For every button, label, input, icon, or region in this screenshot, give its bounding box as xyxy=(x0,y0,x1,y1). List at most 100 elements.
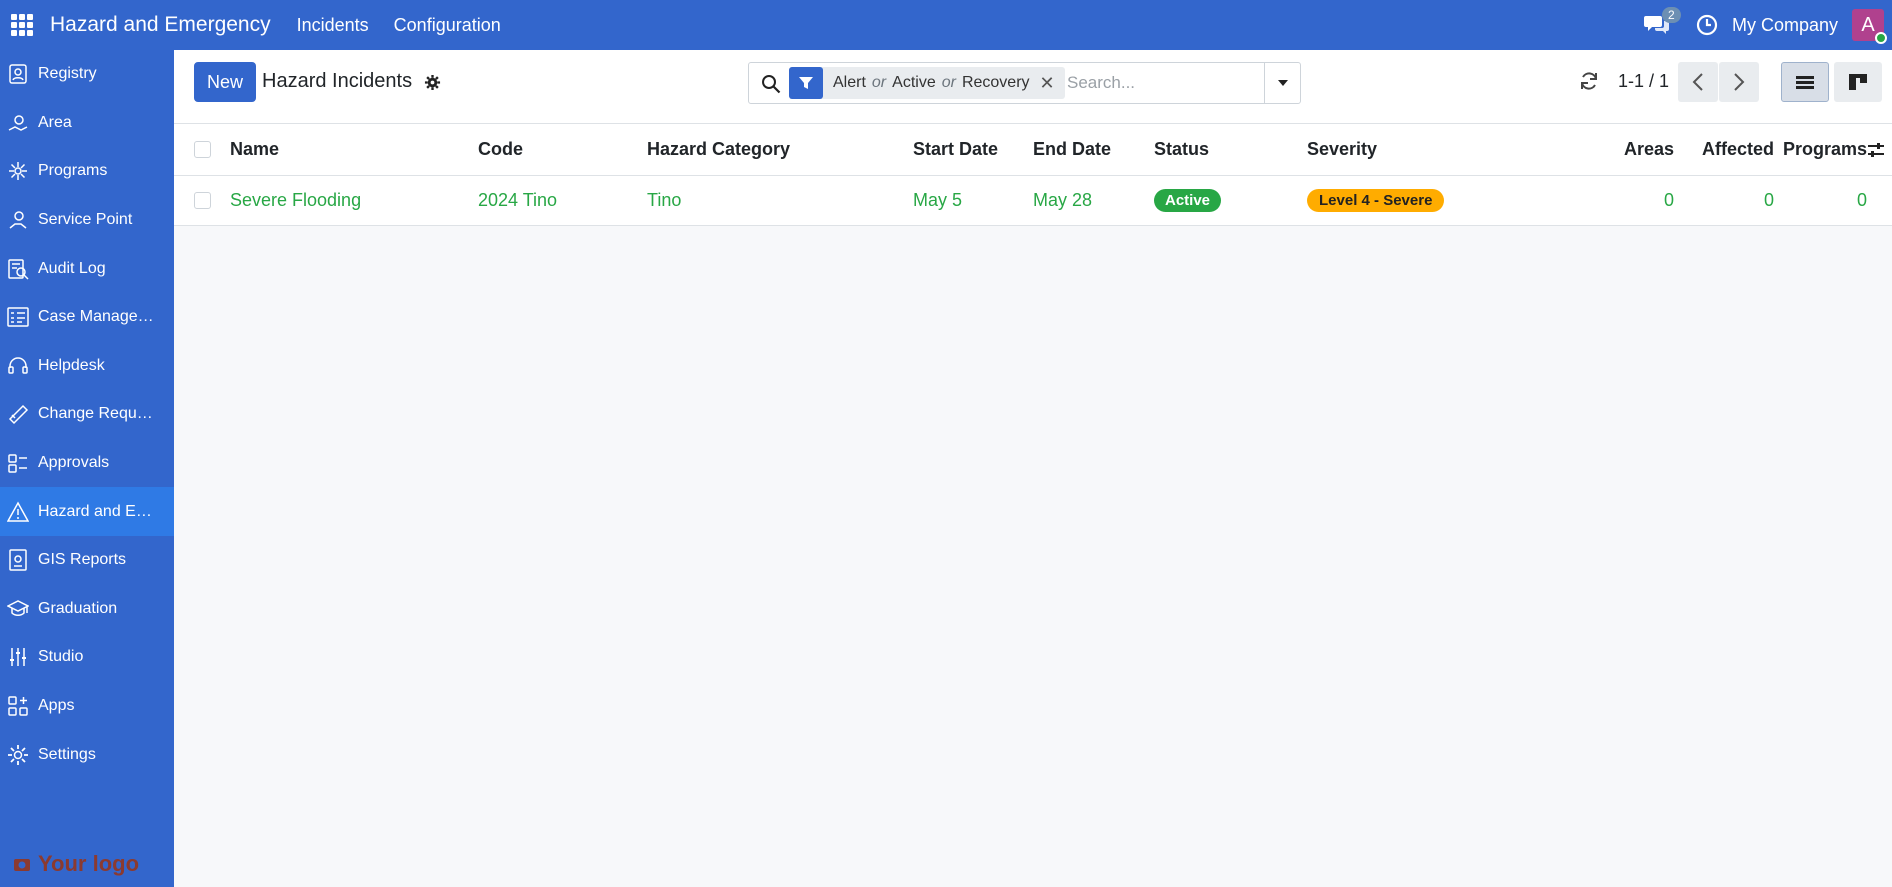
user-avatar[interactable]: A xyxy=(1852,9,1887,44)
row-select-cell xyxy=(194,176,211,225)
sidebar-item-case-management[interactable]: Case Managem... xyxy=(0,293,174,342)
logo-text: Your logo xyxy=(38,851,140,876)
list-view-icon xyxy=(1796,76,1814,89)
search-input[interactable] xyxy=(1067,69,1277,97)
filter-values: Alert or Active or Recovery xyxy=(823,74,1040,92)
kanban-view-button[interactable] xyxy=(1834,62,1882,102)
registry-icon xyxy=(9,64,27,85)
caret-down-icon xyxy=(1277,80,1288,86)
chevron-right-icon xyxy=(1734,73,1745,91)
settings-gear-icon xyxy=(8,744,28,765)
service-point-icon xyxy=(9,211,27,229)
row-checkbox[interactable] xyxy=(194,192,211,209)
sidebar-item-label: Change Requests xyxy=(38,405,160,423)
chevron-left-icon xyxy=(1692,73,1703,91)
apps-grid-icon xyxy=(8,696,28,716)
sidebar-item-approvals[interactable]: Approvals xyxy=(0,439,174,488)
sidebar-item-label: Helpdesk xyxy=(38,356,105,374)
column-header-start-date[interactable]: Start Date xyxy=(913,124,998,175)
sidebar-item-label: Registry xyxy=(38,65,97,83)
warning-icon xyxy=(7,501,29,522)
cell-code: 2024 Tino xyxy=(478,190,558,210)
programs-icon xyxy=(9,162,27,181)
column-header-affected[interactable]: Affected xyxy=(1674,124,1774,175)
gis-reports-icon xyxy=(9,549,27,571)
studio-sliders-icon xyxy=(10,648,26,667)
sidebar-item-apps[interactable]: Apps xyxy=(0,682,174,731)
sidebar-item-label: Settings xyxy=(38,745,96,763)
select-all-checkbox[interactable] xyxy=(194,141,211,158)
sidebar-item-label: Programs xyxy=(38,162,108,180)
chat-count-badge: 2 xyxy=(1661,7,1681,23)
column-header-end-date[interactable]: End Date xyxy=(1033,124,1111,175)
pager-value[interactable]: 1-1 / 1 xyxy=(1618,71,1669,92)
filter-or: or xyxy=(941,74,956,91)
filter-value: Recovery xyxy=(961,74,1030,91)
audit-log-icon xyxy=(8,258,29,280)
approvals-icon xyxy=(8,454,27,473)
cell-programs: 0 xyxy=(1856,190,1867,210)
column-header-name[interactable]: Name xyxy=(230,124,279,175)
sidebar-item-registry[interactable]: Registry xyxy=(0,50,174,99)
change-requests-icon xyxy=(8,405,29,425)
column-header-programs[interactable]: Programs xyxy=(1774,124,1867,175)
sidebar-item-change-requests[interactable]: Change Requests xyxy=(0,390,174,439)
search-icon[interactable] xyxy=(761,74,781,94)
remove-filter-close-icon[interactable]: ✕ xyxy=(1040,73,1055,94)
sidebar-item-studio[interactable]: Studio xyxy=(0,633,174,682)
sidebar-item-programs[interactable]: Programs xyxy=(0,147,174,196)
app-menu-grid-icon[interactable] xyxy=(11,14,33,36)
select-all-cell xyxy=(194,124,211,175)
sidebar-item-helpdesk[interactable]: Helpdesk xyxy=(0,342,174,391)
area-icon xyxy=(8,115,28,131)
case-management-icon xyxy=(7,307,29,328)
filter-facet[interactable]: Alert or Active or Recovery ✕ xyxy=(789,67,1065,99)
sidebar-item-label: Service Point xyxy=(38,211,133,229)
graduation-cap-icon xyxy=(7,599,29,616)
gear-icon[interactable] xyxy=(424,74,441,91)
cell-status: Active xyxy=(1154,176,1222,225)
sidebar-item-gis-reports[interactable]: GIS Reports xyxy=(0,536,174,585)
company-switcher[interactable]: My Company xyxy=(1732,15,1838,36)
list-view-button[interactable] xyxy=(1781,62,1829,102)
optional-columns-sliders-icon[interactable] xyxy=(1866,140,1886,160)
sidebar-item-audit-log[interactable]: Audit Log xyxy=(0,244,174,293)
sidebar-item-settings[interactable]: Settings xyxy=(0,730,174,779)
column-header-areas[interactable]: Areas xyxy=(1594,124,1674,175)
filter-funnel-icon xyxy=(789,67,823,99)
pager-previous-button[interactable] xyxy=(1678,62,1718,102)
clock-icon[interactable] xyxy=(1696,14,1718,36)
sidebar-item-label: Area xyxy=(38,113,72,131)
table-row[interactable]: Severe Flooding 2024 Tino Tino May 5 May… xyxy=(174,176,1892,226)
app-title[interactable]: Hazard and Emergency xyxy=(50,13,271,37)
sidebar-item-label: Apps xyxy=(38,697,75,715)
pager-next-button[interactable] xyxy=(1719,62,1759,102)
sidebar-item-label: Case Managem... xyxy=(38,308,160,326)
sidebar-item-service-point[interactable]: Service Point xyxy=(0,196,174,245)
cell-start-date: May 5 xyxy=(913,190,963,210)
menu-configuration[interactable]: Configuration xyxy=(394,15,501,36)
cell-hazard-category: Tino xyxy=(647,190,682,210)
menu-incidents[interactable]: Incidents xyxy=(297,15,369,36)
logo-camera-icon xyxy=(14,859,30,871)
chat-icon[interactable]: 2 xyxy=(1643,7,1681,37)
column-header-status[interactable]: Status xyxy=(1154,124,1209,175)
cell-severity: Level 4 - Severe xyxy=(1307,176,1445,225)
new-button[interactable]: New xyxy=(194,62,256,102)
sidebar-item-graduation[interactable]: Graduation xyxy=(0,585,174,634)
sidebar-item-label: Hazard and Em... xyxy=(38,502,160,520)
table-header: Name Code Hazard Category Start Date End… xyxy=(174,124,1892,176)
column-header-hazard-category[interactable]: Hazard Category xyxy=(647,124,790,175)
column-header-severity[interactable]: Severity xyxy=(1307,124,1377,175)
filter-or: or xyxy=(871,74,887,91)
kanban-view-icon xyxy=(1849,74,1867,90)
sidebar-item-hazard-and-emergency[interactable]: Hazard and Em... xyxy=(0,487,174,536)
sidebar-item-area[interactable]: Area xyxy=(0,99,174,148)
status-badge: Active xyxy=(1154,189,1222,212)
search-options-toggle[interactable] xyxy=(1264,63,1300,103)
refresh-icon[interactable] xyxy=(1578,70,1600,92)
filter-value: Active xyxy=(892,74,936,91)
cell-affected: 0 xyxy=(1763,190,1774,210)
sidebar-item-label: Graduation xyxy=(38,599,118,617)
column-header-code[interactable]: Code xyxy=(478,124,523,175)
